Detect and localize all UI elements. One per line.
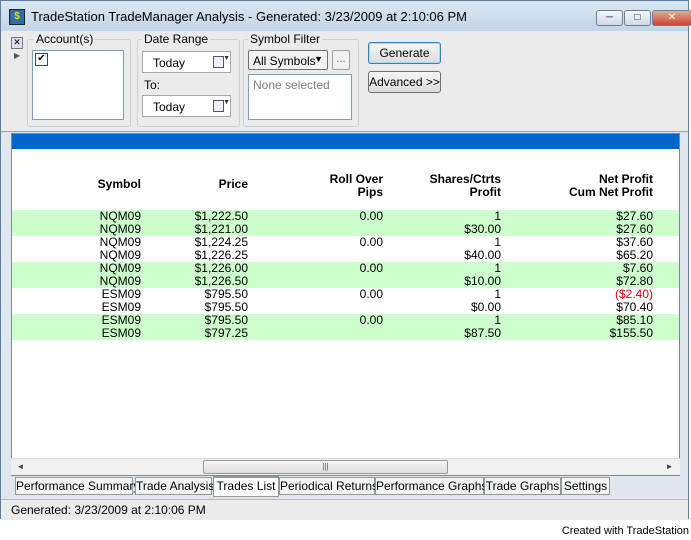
scroll-right-icon[interactable]: ► xyxy=(662,460,677,474)
header-profit: Profit xyxy=(469,185,501,199)
from-date-picker[interactable]: Today ▼ xyxy=(142,51,231,73)
symbol-filter-label: Symbol Filter xyxy=(248,32,323,46)
report-tabs: Performance Summary Trade Analysis Trade… xyxy=(11,476,680,497)
symbol-cell: ESM09 xyxy=(101,326,141,340)
generate-button[interactable]: Generate xyxy=(368,42,441,64)
chevron-down-icon[interactable]: ▼ xyxy=(223,99,230,106)
from-date-value: Today xyxy=(153,56,186,70)
app-window: $ TradeStation TradeManager Analysis - G… xyxy=(0,0,691,520)
symbol-filter-group: Symbol Filter All Symbols ▼ ... None sel… xyxy=(243,32,359,127)
net-profit-cell: $155.50 xyxy=(609,326,653,340)
shares-profit-cell: $87.50 xyxy=(464,326,501,340)
app-icon: $ xyxy=(9,9,25,25)
accounts-label: Account(s) xyxy=(34,32,96,46)
to-date-value: Today xyxy=(153,100,186,114)
status-bar: Generated: 3/23/2009 at 2:10:06 PM xyxy=(1,499,688,520)
header-pips: Pips xyxy=(357,185,383,199)
tab-performance-graphs[interactable]: Performance Graphs xyxy=(375,477,487,495)
rollover-cell: 0.00 xyxy=(359,235,383,249)
header-price: Price xyxy=(218,177,248,191)
window-title: TradeStation TradeManager Analysis - Gen… xyxy=(31,9,468,24)
account-checkbox[interactable]: ✔ xyxy=(35,53,48,66)
tab-trades-list[interactable]: Trades List xyxy=(213,476,279,497)
chevron-down-icon[interactable]: ▼ xyxy=(223,55,230,62)
close-button[interactable]: ✕ xyxy=(652,10,691,26)
horizontal-scrollbar[interactable]: ◄ ||| ► xyxy=(11,458,680,475)
status-text: Generated: 3/23/2009 at 2:10:06 PM xyxy=(11,503,206,517)
report-header-band xyxy=(12,134,679,149)
title-bar[interactable]: $ TradeStation TradeManager Analysis - G… xyxy=(1,1,691,32)
selected-symbols-list[interactable]: None selected xyxy=(248,74,352,120)
symbol-filter-value: All Symbols xyxy=(253,54,316,68)
header-cum-net-profit: Cum Net Profit xyxy=(569,185,653,199)
selected-symbols-text: None selected xyxy=(253,78,330,92)
rollover-cell: 0.00 xyxy=(359,261,383,275)
rollover-cell: 0.00 xyxy=(359,287,383,301)
tab-settings[interactable]: Settings xyxy=(561,477,610,495)
date-range-group: Date Range Today ▼ To: Today ▼ xyxy=(137,32,240,127)
scroll-thumb[interactable]: ||| xyxy=(203,460,448,474)
tab-periodical-returns[interactable]: Periodical Returns xyxy=(279,477,378,495)
price-cell: $797.25 xyxy=(204,326,248,340)
minimize-button[interactable]: ─ xyxy=(596,10,623,26)
accounts-list[interactable]: ✔ xyxy=(32,50,124,120)
tab-performance-summary[interactable]: Performance Summary xyxy=(15,477,139,495)
to-label: To: xyxy=(144,78,161,92)
maximize-button[interactable]: □ xyxy=(624,10,651,26)
accounts-group: Account(s) ✔ xyxy=(27,32,131,127)
to-date-picker[interactable]: Today ▼ xyxy=(142,95,231,117)
symbol-filter-select[interactable]: All Symbols ▼ xyxy=(248,50,328,70)
rollover-cell: 0.00 xyxy=(359,209,383,223)
close-panel-icon[interactable]: ✕ xyxy=(11,37,23,49)
scroll-left-icon[interactable]: ◄ xyxy=(13,460,28,474)
header-symbol-line2: Symbol xyxy=(97,177,141,191)
tab-trade-graphs[interactable]: Trade Graphs xyxy=(484,477,561,495)
credit-text: Created with TradeStation xyxy=(561,525,689,537)
table-row[interactable]: ESM09 $797.25 $87.50 $155.50 xyxy=(12,326,679,340)
trades-list-panel: Symbol Price Roll Over Pips Shares/Ctrts… xyxy=(11,133,680,476)
expand-arrow-icon[interactable]: ▶ xyxy=(14,51,20,60)
browse-symbols-button[interactable]: ... xyxy=(332,50,350,70)
rollover-cell: 0.00 xyxy=(359,313,383,327)
tab-trade-analysis[interactable]: Trade Analysis xyxy=(135,477,214,495)
advanced-button[interactable]: Advanced >> xyxy=(368,71,441,93)
date-range-label: Date Range xyxy=(142,32,211,46)
filter-toolbar: ✕ ▶ Account(s) ✔ Date Range Today ▼ To: … xyxy=(1,31,688,132)
chevron-down-icon: ▼ xyxy=(314,54,323,64)
